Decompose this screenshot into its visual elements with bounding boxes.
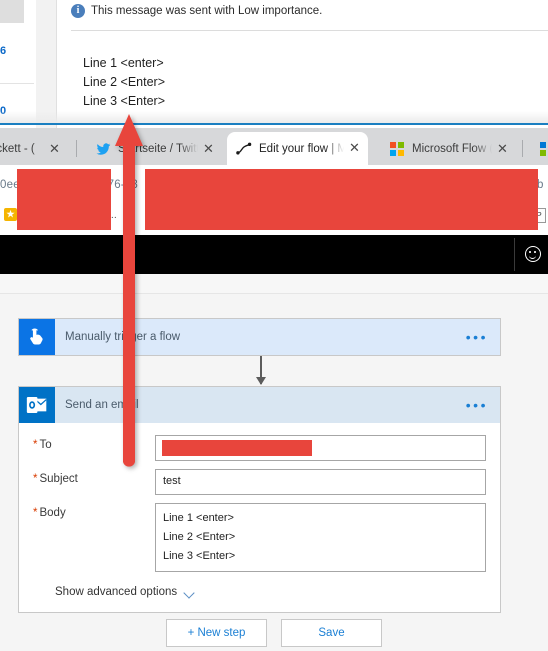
- outlook-reading-pane: i This message was sent with Low importa…: [57, 0, 548, 128]
- app-header-bar: [0, 235, 548, 274]
- tab-close-icon[interactable]: ✕: [47, 142, 62, 157]
- browser-tab-2[interactable]: Startseite / Twitt ✕: [86, 133, 222, 165]
- tab-close-icon[interactable]: ✕: [495, 142, 510, 157]
- email-body-line: Line 1 <enter>: [83, 56, 164, 70]
- reading-pane-divider: [71, 30, 548, 31]
- browser-tab-5-partial[interactable]: [530, 133, 548, 165]
- email-body-line: Line 2 <Enter>: [83, 75, 166, 89]
- flow-designer-canvas: Manually trigger a flow ••• Send an emai…: [0, 294, 548, 651]
- list-divider: [0, 83, 34, 84]
- twitter-icon: [95, 141, 111, 157]
- email-body-line: Line 3 <Enter>: [83, 94, 166, 108]
- trigger-card-title: Manually trigger a flow: [65, 331, 181, 343]
- tab-title: Edit your flow | M: [259, 142, 344, 155]
- new-step-button[interactable]: + New step: [166, 619, 267, 647]
- browser-urlbar-row: 0ee 476-23 b ★ s e... P: [0, 165, 548, 235]
- required-marker: *: [33, 507, 38, 519]
- browser-tabstrip: ackett - ( ✕ Startseite / Twitt ✕ Edit y: [0, 128, 548, 165]
- outlook-gutter: [36, 0, 56, 128]
- tab-title: Microsoft Flow (: [412, 143, 492, 155]
- outlook-icon: [19, 387, 55, 423]
- body-line: Line 1 <enter>: [163, 512, 234, 524]
- window-accent-line: [0, 123, 548, 125]
- touch-hand-icon: [19, 319, 55, 355]
- save-button[interactable]: Save: [281, 619, 382, 647]
- tab-separator: [522, 140, 523, 157]
- to-field-label: * To: [33, 439, 52, 451]
- email-card-menu-button[interactable]: •••: [466, 398, 488, 412]
- browser-chrome: ackett - ( ✕ Startseite / Twitt ✕ Edit y: [0, 128, 548, 235]
- body-line: Line 3 <Enter>: [163, 550, 236, 562]
- trigger-card-header[interactable]: Manually trigger a flow •••: [19, 319, 500, 355]
- required-marker: *: [33, 439, 38, 451]
- tab-title: ackett - (: [0, 143, 35, 155]
- show-advanced-options-toggle[interactable]: Show advanced options: [55, 586, 486, 598]
- flow-card-send-email[interactable]: Send an email ••• * To * Subject test * …: [18, 386, 501, 613]
- email-card-body: * To * Subject test * Body Line 1 <enter>: [19, 423, 500, 612]
- fade-overlay: [0, 111, 548, 123]
- tab-separator: [76, 140, 77, 157]
- to-value-redaction: [162, 440, 312, 456]
- flow-card-trigger[interactable]: Manually trigger a flow •••: [18, 318, 501, 356]
- flow-connector-arrow-icon: [256, 356, 266, 385]
- to-field-input[interactable]: [155, 435, 486, 461]
- microsoft-flow-icon: [236, 141, 252, 157]
- subject-field-input[interactable]: test: [155, 469, 486, 495]
- body-field-label: * Body: [33, 507, 66, 519]
- email-card-header[interactable]: Send an email •••: [19, 387, 500, 423]
- importance-info-bar: i This message was sent with Low importa…: [71, 0, 322, 22]
- body-field-input[interactable]: Line 1 <enter> Line 2 <Enter> Line 3 <En…: [155, 503, 486, 572]
- field-row-subject: * Subject test: [33, 469, 486, 495]
- microsoft-logo-icon: [539, 141, 548, 157]
- url-redaction-left: [17, 169, 111, 230]
- smiley-face-icon[interactable]: [525, 246, 541, 262]
- field-row-body: * Body Line 1 <enter> Line 2 <Enter> Line…: [33, 503, 486, 572]
- browser-tab-1[interactable]: ackett - ( ✕: [0, 133, 68, 165]
- app-sub-header: [0, 274, 548, 294]
- tab-title: Startseite / Twitt: [118, 143, 198, 155]
- email-card-title: Send an email: [65, 399, 139, 411]
- browser-tab-4[interactable]: Microsoft Flow ( ✕: [380, 133, 516, 165]
- bookmark-star-icon[interactable]: ★: [4, 208, 17, 221]
- list-count-1: 6: [0, 45, 7, 57]
- flow-footer-buttons: + New step Save: [0, 619, 548, 647]
- selected-list-item[interactable]: [0, 0, 24, 23]
- email-body-text: Line 1 <enter> Line 2 <Enter> Line 3 <En…: [83, 54, 165, 111]
- show-advanced-options-label: Show advanced options: [55, 586, 178, 598]
- outlook-list-column: 6 0: [0, 0, 34, 128]
- field-row-to: * To: [33, 435, 486, 461]
- tab-close-icon[interactable]: ✕: [347, 141, 362, 156]
- chevron-down-icon: [184, 589, 195, 595]
- outlook-message-preview: 6 0 i This message was sent with Low imp…: [0, 0, 548, 128]
- url-redaction-right: [145, 169, 538, 230]
- importance-info-text: This message was sent with Low importanc…: [91, 5, 323, 17]
- header-separator: [514, 238, 515, 271]
- body-line: Line 2 <Enter>: [163, 531, 236, 543]
- subject-field-label: * Subject: [33, 473, 78, 485]
- tab-close-icon[interactable]: ✕: [201, 142, 216, 157]
- trigger-card-menu-button[interactable]: •••: [466, 330, 488, 344]
- info-icon: i: [71, 4, 85, 18]
- microsoft-logo-icon: [389, 141, 405, 157]
- browser-tab-3-active[interactable]: Edit your flow | M ✕: [227, 132, 368, 165]
- required-marker: *: [33, 473, 38, 485]
